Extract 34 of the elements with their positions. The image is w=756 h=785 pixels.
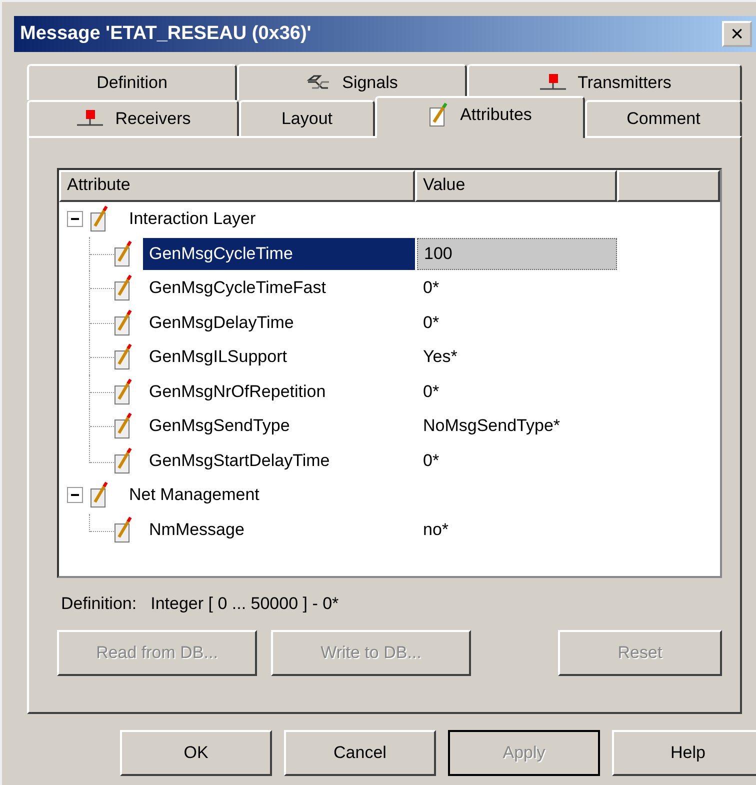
group-label[interactable]: Net Management (123, 479, 415, 512)
attribute-value[interactable]: 0* (417, 308, 617, 338)
tab[interactable]: Receivers (27, 100, 239, 136)
column-header[interactable]: Value (415, 170, 617, 202)
tab[interactable]: Signals (237, 64, 467, 100)
attribute-name[interactable]: GenMsgNrOfRepetition (143, 376, 415, 408)
dialog-button[interactable]: OK (120, 730, 272, 776)
attribute-value[interactable]: 0* (417, 273, 617, 304)
group-label[interactable]: Interaction Layer (123, 203, 415, 236)
column-header[interactable]: Attribute (59, 170, 415, 202)
attribute-value[interactable]: 0* (417, 446, 617, 476)
dialog-button[interactable]: Cancel (284, 730, 436, 776)
attribute-name[interactable]: GenMsgSendType (143, 410, 415, 442)
attribute-value[interactable]: NoMsgSendType* (417, 411, 617, 442)
attribute-name[interactable]: GenMsgILSupport (143, 341, 415, 374)
tab[interactable]: Attributes (375, 96, 585, 138)
tab[interactable]: Definition (27, 64, 237, 100)
attribute-value[interactable]: 100 (417, 238, 617, 270)
tab[interactable]: Transmitters (467, 64, 742, 100)
attribute-value[interactable]: 0* (417, 376, 617, 407)
attribute-name[interactable]: GenMsgCycleTime (143, 238, 415, 270)
attribute-name[interactable]: GenMsgDelayTime (143, 306, 415, 339)
definition-label: Definition: (61, 594, 137, 614)
tab[interactable]: Comment (585, 100, 742, 136)
attribute-value[interactable]: no* (417, 514, 617, 545)
tab[interactable]: Layout (239, 100, 375, 136)
attribute-value[interactable]: Yes* (417, 342, 617, 372)
close-button[interactable]: × (722, 21, 752, 47)
definition-value: Integer [ 0 ... 50000 ] - 0* (150, 594, 339, 614)
window-title: Message 'ETAT_RESEAU (0x36)' (20, 23, 312, 45)
attribute-name[interactable]: GenMsgCycleTimeFast (143, 272, 415, 304)
dialog-button[interactable]: Help (612, 730, 756, 776)
attribute-name[interactable]: NmMessage (143, 514, 415, 546)
attribute-name[interactable]: GenMsgStartDelayTime (143, 444, 415, 477)
